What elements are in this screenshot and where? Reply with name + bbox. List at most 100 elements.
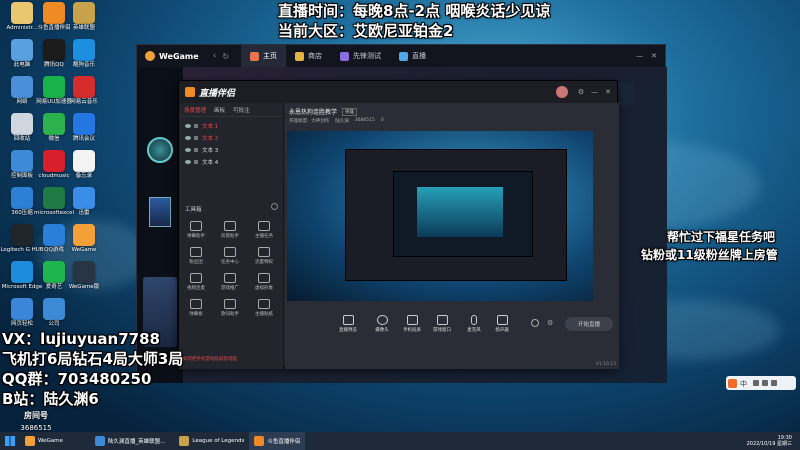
tool-button[interactable]: 房管助手 — [217, 221, 243, 239]
lol-avatar[interactable] — [147, 137, 173, 163]
tool-button[interactable]: 弹幕板 — [183, 299, 209, 317]
preview-button[interactable]: 直播预览 — [337, 315, 359, 333]
zhibo-logo-text: 直播伴侣 — [199, 88, 236, 99]
tool-button[interactable]: 游戏推广 — [217, 273, 243, 291]
clock[interactable]: 19:30 2022/10/19 星期三 — [747, 435, 800, 447]
start-live-button[interactable]: 开始直播 — [565, 317, 613, 331]
desktop-icon[interactable]: WeGame版 — [66, 261, 102, 291]
tool-button[interactable]: 视频连麦 — [183, 273, 209, 291]
ime-toolbar[interactable]: 中 — [726, 376, 796, 390]
tool-icon — [190, 273, 202, 283]
close-icon[interactable]: ✕ — [651, 52, 657, 60]
taskbar-item-browser[interactable]: 陆久渊直播_英雄联盟... — [90, 432, 171, 450]
ime-mode[interactable]: 中 — [740, 379, 749, 388]
desktop-icon-label: 网易云音乐 — [70, 99, 98, 105]
desktop-icon[interactable]: 备忘录 — [66, 150, 102, 180]
desktop-icon[interactable]: 网页轻松 — [4, 298, 40, 328]
app-icon — [73, 150, 95, 172]
user-avatar[interactable] — [555, 86, 568, 98]
live-icon — [399, 51, 409, 61]
camera-button[interactable]: 摄像头 — [371, 315, 393, 333]
tool-button[interactable]: 歌词助手 — [217, 299, 243, 317]
tool-icon — [224, 247, 236, 257]
desktop-icon[interactable]: 此电脑 — [4, 39, 40, 69]
lock-icon[interactable] — [194, 160, 198, 164]
taskbar-item-wegame[interactable]: WeGame — [20, 432, 68, 450]
desktop-icon[interactable]: 网络 — [4, 76, 40, 106]
home-icon — [250, 51, 260, 61]
lock-icon[interactable] — [194, 136, 198, 140]
desktop-icon[interactable]: 迅雷 — [66, 187, 102, 217]
game-window-button[interactable]: 游戏窗口 — [431, 315, 453, 333]
microphone-button[interactable]: 麦克风 — [463, 315, 485, 333]
tab-store[interactable]: 商店 — [286, 45, 331, 67]
settings-icon[interactable]: ⚙ — [547, 319, 553, 327]
desktop-icon[interactable]: 回收站 — [4, 113, 40, 143]
punctuation-icon[interactable] — [753, 380, 759, 386]
tab-home[interactable]: 主页 — [241, 45, 287, 67]
settings-icon[interactable]: ⚙ — [578, 88, 584, 96]
start-button[interactable] — [0, 432, 20, 450]
eye-icon[interactable] — [185, 124, 191, 128]
skin-icon[interactable] — [771, 380, 777, 386]
source-list: 文本 1 文本 2 文本 3 文本 4 — [179, 117, 283, 168]
desktop-icon-label: 备忘录 — [75, 173, 93, 179]
eye-icon[interactable] — [185, 136, 191, 140]
close-icon[interactable]: ✕ — [605, 88, 611, 96]
back-arrow-icon[interactable]: ‹ — [213, 51, 217, 61]
desktop-icon[interactable]: 英雄联盟 — [66, 2, 102, 32]
desktop-icon[interactable]: 酷狗音乐 — [66, 39, 102, 69]
phone-cast-button[interactable]: 手机投屏 — [401, 315, 423, 333]
room-tag[interactable]: 英雄 — [342, 107, 358, 116]
tab-board[interactable]: 画板 — [214, 106, 225, 114]
record-icon[interactable] — [531, 319, 539, 327]
desktop-icon[interactable]: 控制面板 — [4, 150, 40, 180]
tool-button[interactable]: 任务中心 — [217, 247, 243, 265]
eye-icon[interactable] — [185, 160, 191, 164]
toolbox-more-icon[interactable] — [271, 203, 278, 210]
speaker-button[interactable]: 扬声器 — [491, 315, 513, 333]
desktop-icon[interactable]: 网易云音乐 — [66, 76, 102, 106]
zhibo-logo-icon — [185, 87, 195, 97]
desktop-icon[interactable]: Microsoft Edge — [2, 261, 42, 291]
minimize-icon[interactable]: — — [636, 52, 643, 60]
tool-button[interactable]: 粉丝团 — [183, 247, 209, 265]
lock-icon[interactable] — [194, 148, 198, 152]
minimize-icon[interactable]: — — [591, 88, 598, 96]
tool-button[interactable]: 弹幕助手 — [183, 221, 209, 239]
taskbar-item-zhibo[interactable]: 斗鱼直播伴侣 — [249, 432, 306, 450]
store-icon — [295, 51, 305, 61]
source-item[interactable]: 文本 3 — [179, 144, 283, 156]
tip-notice[interactable]: 如何把手机游戏投屏到电脑 — [183, 356, 237, 362]
taskbar-item-lol[interactable]: League of Legends — [174, 432, 249, 450]
room-title[interactable]: 永恩热狗连胜教学 — [289, 107, 337, 116]
app-icon — [11, 298, 33, 320]
desktop-icon[interactable]: 公司 — [36, 298, 72, 328]
tool-icon — [258, 273, 270, 283]
desktop-icon[interactable]: Administr... — [4, 2, 40, 32]
refresh-icon[interactable]: ↻ — [222, 52, 229, 61]
taskbar-item-label: WeGame — [38, 438, 63, 444]
desktop-icon[interactable]: 腾讯会议 — [66, 113, 102, 143]
desktop-icon[interactable]: Logitech G HUB — [0, 224, 44, 254]
tab-pioneer-test[interactable]: 先锋测试 — [331, 45, 390, 67]
tool-button[interactable]: 主播贴纸 — [251, 299, 277, 317]
keyboard-icon[interactable] — [762, 380, 768, 386]
source-item[interactable]: 文本 1 — [179, 120, 283, 132]
desktop-icon[interactable]: WeGame — [66, 224, 102, 254]
speaker-icon — [496, 315, 508, 325]
eye-icon[interactable] — [185, 148, 191, 152]
tab-scene[interactable]: 场景管理 — [184, 106, 206, 114]
lock-icon[interactable] — [194, 124, 198, 128]
tool-button[interactable]: 主播任务 — [251, 221, 277, 239]
tab-annotate[interactable]: 可批注 — [233, 106, 250, 114]
tool-button[interactable]: 流量特权 — [251, 247, 277, 265]
source-item[interactable]: 文本 2 — [179, 132, 283, 144]
app-icon — [73, 113, 95, 135]
desktop-icon-label: 爱奇艺 — [45, 284, 63, 290]
source-item[interactable]: 文本 4 — [179, 156, 283, 168]
tool-button[interactable]: 虚拟形象 — [251, 273, 277, 291]
room-category[interactable]: 英雄联盟 · 大神创作 — [289, 118, 329, 124]
desktop-icon-label: cloudmusic — [38, 173, 70, 179]
tab-live[interactable]: 直播 — [390, 45, 435, 67]
